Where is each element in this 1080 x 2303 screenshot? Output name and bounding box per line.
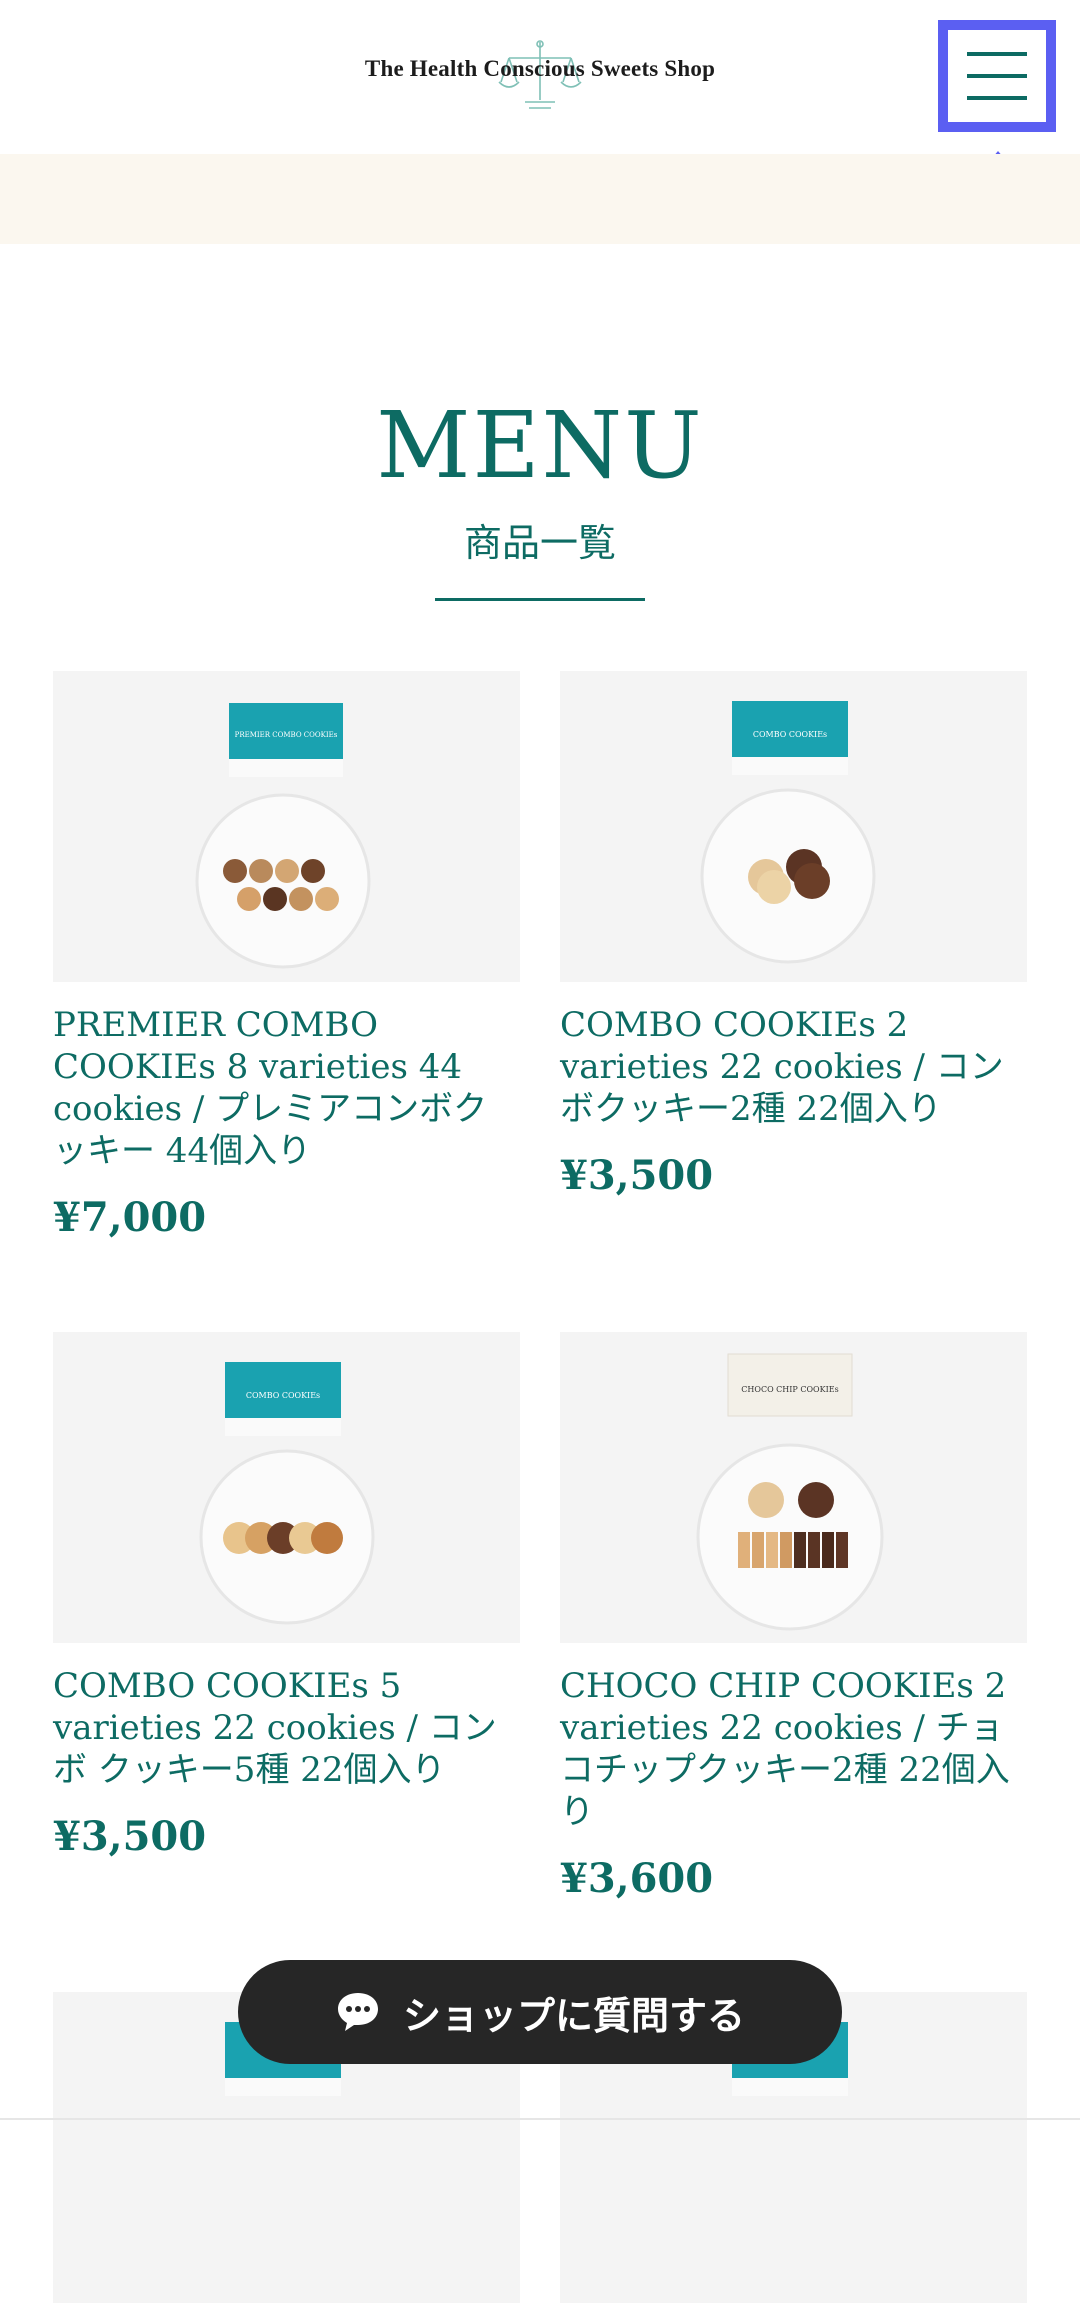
product-card[interactable]: COMBO COOKIEs COMBO COOKIEs 2 varieties … (560, 671, 1027, 1199)
product-card[interactable]: PREMIER COMBO COOKIEs PREMIER COMBO COOK… (53, 671, 520, 1241)
product-image[interactable]: COMBO COOKIEs (560, 671, 1027, 982)
product-name[interactable]: COMBO COOKIEs 5 varieties 22 cookies / コ… (53, 1665, 520, 1791)
announcement-banner (0, 154, 1080, 244)
ask-shop-button[interactable]: ショップに質問する (238, 1960, 842, 2064)
page-title: MENU (376, 392, 704, 499)
product-price: ¥3,500 (53, 1813, 207, 1860)
site-header: The Health Conscious Sweets Shop (0, 0, 1080, 154)
title-divider (435, 598, 645, 601)
product-price: ¥3,600 (560, 1855, 714, 1902)
hamburger-icon (967, 52, 1027, 56)
menu-button[interactable] (938, 20, 1056, 132)
svg-text:COMBO COOKIEs: COMBO COOKIEs (753, 730, 827, 739)
product-card[interactable]: COMBO COOKIEs COMBO COOKIEs 5 varieties … (53, 1332, 520, 1860)
product-image[interactable]: CHOCO CHIP COOKIEs (560, 1332, 1027, 1643)
product-name[interactable]: COMBO COOKIEs 2 varieties 22 cookies / コ… (560, 1004, 1027, 1130)
chat-bubble-icon (337, 1993, 378, 2031)
svg-text:COMBO COOKIEs: COMBO COOKIEs (246, 1391, 320, 1400)
site-logo[interactable]: The Health Conscious Sweets Shop (340, 38, 740, 112)
product-name[interactable]: PREMIER COMBO COOKIEs 8 varieties 44 coo… (53, 1004, 520, 1172)
product-card[interactable]: CHOCO CHIP COOKIEs CHOCO CHIP COOKIEs 2 … (560, 1332, 1027, 1902)
product-price: ¥3,500 (560, 1152, 714, 1199)
ask-shop-label: ショップに質問する (402, 1993, 745, 2038)
bottom-divider (0, 2118, 1080, 2120)
product-image[interactable]: COMBO COOKIEs (53, 1332, 520, 1643)
logo-text: The Health Conscious Sweets Shop (364, 56, 716, 81)
product-price: ¥7,000 (53, 1194, 207, 1241)
product-image[interactable]: PREMIER COMBO COOKIEs (53, 671, 520, 982)
product-name[interactable]: CHOCO CHIP COOKIEs 2 varieties 22 cookie… (560, 1665, 1027, 1833)
svg-text:CHOCO CHIP COOKIEs: CHOCO CHIP COOKIEs (741, 1385, 838, 1394)
svg-text:PREMIER COMBO COOKIEs: PREMIER COMBO COOKIEs (235, 731, 338, 739)
page-subtitle: 商品一覧 (463, 521, 616, 565)
